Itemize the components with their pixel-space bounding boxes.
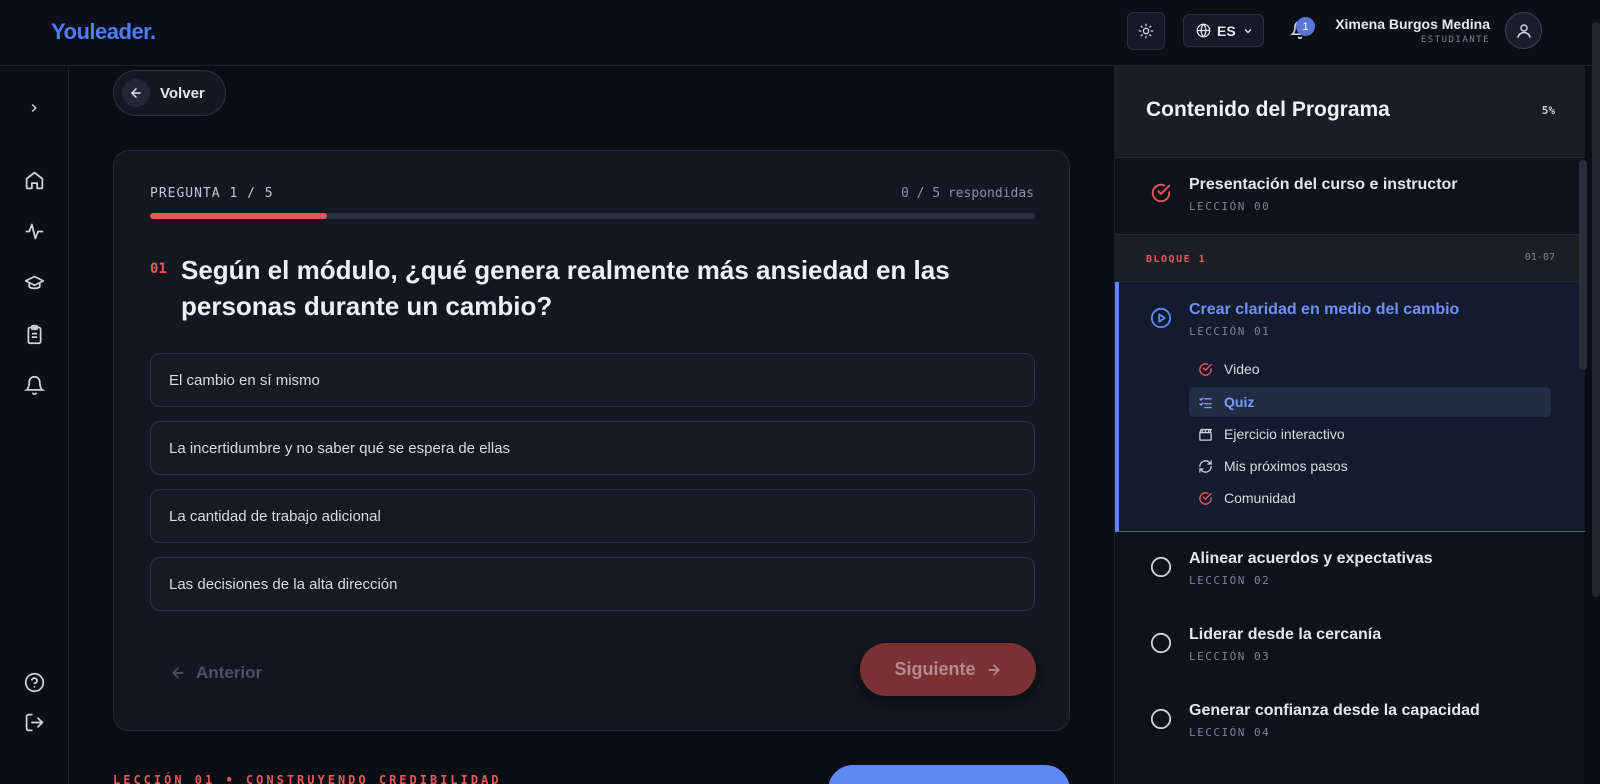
- theme-toggle-button[interactable]: [1127, 12, 1165, 50]
- step-label: Ejercicio interactivo: [1224, 426, 1345, 442]
- panel-scrollbar[interactable]: [1579, 160, 1587, 370]
- arrow-left-icon: [130, 88, 141, 98]
- program-progress-percent: 5%: [1541, 104, 1555, 117]
- arrow-left-icon: [172, 667, 184, 679]
- play-circle-icon: [1150, 307, 1172, 329]
- lesson-item-04[interactable]: Generar confianza desde la capacidad LEC…: [1115, 684, 1585, 760]
- bell-icon: [23, 375, 45, 395]
- activity-icon: [25, 223, 43, 239]
- lesson-item-03[interactable]: Liderar desde la cercanía LECCIÓN 03: [1115, 608, 1585, 684]
- lesson-number: LECCIÓN 03: [1189, 650, 1271, 663]
- back-button[interactable]: Volver: [113, 70, 226, 116]
- lesson-step-video[interactable]: Video: [1189, 354, 1551, 384]
- step-label: Quiz: [1224, 394, 1255, 410]
- chevron-down-icon: [1244, 28, 1252, 33]
- block-label: BLOQUE 1: [1146, 254, 1207, 265]
- clapperboard-icon: [1199, 428, 1213, 441]
- lesson-title: Presentación del curso e instructor: [1189, 176, 1458, 193]
- block-header: BLOQUE 1 01-07: [1115, 234, 1585, 282]
- user-name: Ximena Burgos Medina: [1335, 16, 1490, 32]
- lesson-item-01-active[interactable]: Crear claridad en medio del cambio LECCI…: [1115, 282, 1585, 532]
- lesson-number: LECCIÓN 00: [1189, 200, 1271, 213]
- globe-icon: [1196, 23, 1211, 38]
- home-icon: [25, 171, 43, 189]
- nav-courses[interactable]: [22, 271, 46, 295]
- nav-tasks[interactable]: [22, 322, 46, 346]
- question-number: 01: [150, 261, 167, 277]
- circle-icon: [1150, 556, 1172, 578]
- check-circle-icon: [1199, 362, 1212, 376]
- nav-activity[interactable]: [22, 219, 46, 243]
- language-select[interactable]: ES: [1183, 14, 1264, 47]
- lesson-number: LECCIÓN 02: [1189, 574, 1271, 587]
- lesson-number: LECCIÓN 01: [1189, 325, 1271, 338]
- previous-label: Anterior: [196, 663, 263, 682]
- panel-title: Contenido del Programa: [1146, 98, 1390, 121]
- previous-button[interactable]: Anterior: [170, 663, 262, 683]
- lesson-step-quiz[interactable]: Quiz: [1189, 387, 1551, 417]
- sun-icon: [1138, 23, 1154, 39]
- logo[interactable]: Youleader.: [51, 19, 156, 45]
- user-icon: [1516, 23, 1531, 38]
- page-scrollbar[interactable]: [1592, 22, 1600, 597]
- step-label: Video: [1224, 361, 1260, 377]
- next-button[interactable]: Siguiente: [860, 643, 1036, 696]
- user-role: ESTUDIANTE: [1420, 35, 1490, 45]
- circle-icon: [1150, 708, 1172, 730]
- nav-notifications[interactable]: [22, 373, 46, 397]
- question-text: Según el módulo, ¿qué genera realmente m…: [181, 255, 950, 321]
- logout-icon: [25, 713, 44, 731]
- notification-badge: 1: [1296, 17, 1315, 36]
- language-label: ES: [1217, 22, 1236, 39]
- chevron-right-icon: [31, 103, 37, 113]
- help-icon: [24, 672, 44, 692]
- quiz-card: PREGUNTA 1 / 5 0 / 5 respondidas 01 Segú…: [113, 150, 1070, 731]
- lesson-step-exercise[interactable]: Ejercicio interactivo: [1189, 419, 1551, 449]
- program-content-panel: Contenido del Programa 5% Presentación d…: [1114, 66, 1585, 784]
- left-rail: [0, 66, 69, 784]
- next-label: Siguiente: [894, 659, 976, 679]
- lesson-title: Liderar desde la cercanía: [1189, 626, 1382, 643]
- quiz-progress-fill: [150, 213, 327, 219]
- answer-option[interactable]: Las decisiones de la alta dirección: [150, 557, 1035, 611]
- nav-logout[interactable]: [22, 710, 46, 734]
- top-bar: Youleader. ES 1 Ximena Burgos Medina EST…: [0, 0, 1600, 66]
- answer-option[interactable]: La incertidumbre y no saber qué se esper…: [150, 421, 1035, 475]
- quiz-progress-bar: [150, 213, 1035, 219]
- check-circle-icon: [1151, 183, 1171, 203]
- step-label: Comunidad: [1224, 490, 1296, 506]
- lesson-footer-label: LECCIÓN 01 • CONSTRUYENDO CREDIBILIDAD: [113, 773, 502, 784]
- answered-count: 0 / 5 respondidas: [900, 186, 1034, 201]
- footer-action-button[interactable]: [828, 765, 1070, 784]
- list-check-icon: [1199, 396, 1212, 408]
- expand-sidebar-button[interactable]: [22, 96, 46, 120]
- check-circle-icon: [1199, 491, 1212, 505]
- panel-header: Contenido del Programa 5%: [1115, 66, 1585, 158]
- lesson-title: Crear claridad en medio del cambio: [1189, 301, 1460, 318]
- graduation-cap-icon: [24, 275, 44, 289]
- block-range: 01-07: [1524, 252, 1555, 263]
- lesson-item-00[interactable]: Presentación del curso e instructor LECC…: [1115, 158, 1585, 234]
- step-label: Mis próximos pasos: [1224, 458, 1348, 474]
- answer-option[interactable]: El cambio en sí mismo: [150, 353, 1035, 407]
- nav-help[interactable]: [22, 670, 46, 694]
- refresh-icon: [1199, 459, 1212, 473]
- lesson-title: Generar confianza desde la capacidad: [1189, 702, 1480, 719]
- avatar[interactable]: [1505, 12, 1542, 49]
- lesson-number: LECCIÓN 04: [1189, 726, 1271, 739]
- lesson-step-community[interactable]: Comunidad: [1189, 483, 1551, 513]
- back-arrow-container: [122, 79, 150, 107]
- lesson-title: Alinear acuerdos y expectativas: [1189, 550, 1433, 567]
- lesson-item-02[interactable]: Alinear acuerdos y expectativas LECCIÓN …: [1115, 532, 1585, 608]
- circle-icon: [1150, 632, 1172, 654]
- back-label: Volver: [160, 84, 205, 102]
- lesson-step-next-steps[interactable]: Mis próximos pasos: [1189, 451, 1551, 481]
- question-counter: PREGUNTA 1 / 5: [150, 186, 274, 201]
- answer-option[interactable]: La cantidad de trabajo adicional: [150, 489, 1035, 543]
- clipboard-icon: [27, 324, 41, 344]
- nav-home[interactable]: [22, 168, 46, 192]
- arrow-right-icon: [988, 664, 1000, 675]
